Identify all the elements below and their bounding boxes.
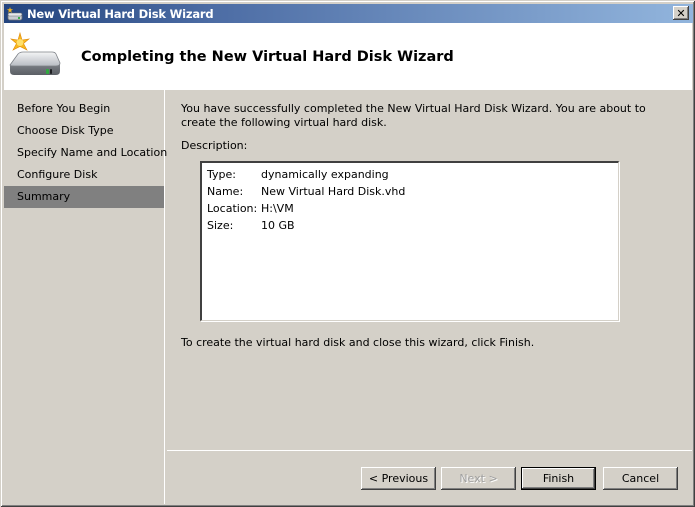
cancel-button[interactable]: Cancel <box>603 467 678 490</box>
description-value: H:\VM <box>261 202 294 215</box>
description-row-location: Location: H:\VM <box>207 200 613 217</box>
description-value: 10 GB <box>261 219 295 232</box>
previous-button[interactable]: < Previous <box>361 467 436 490</box>
intro-text: You have successfully completed the New … <box>181 102 646 129</box>
wizard-window: New Virtual Hard Disk Wizard ✕ Completin… <box>0 0 695 507</box>
sidebar-item-specify-name-and-location[interactable]: Specify Name and Location <box>4 142 167 164</box>
sidebar-item-configure-disk[interactable]: Configure Disk <box>4 164 164 186</box>
hard-disk-new-icon <box>4 27 64 87</box>
window-title: New Virtual Hard Disk Wizard <box>27 6 214 21</box>
description-row-name: Name: New Virtual Hard Disk.vhd <box>207 183 613 200</box>
description-key: Size: <box>207 219 234 232</box>
close-icon: ✕ <box>676 6 686 20</box>
sidebar-item-before-you-begin[interactable]: Before You Begin <box>4 98 164 120</box>
footer-divider <box>167 450 692 452</box>
description-value: dynamically expanding <box>261 168 389 181</box>
finish-hint-text: To create the virtual hard disk and clos… <box>181 336 535 349</box>
description-key: Name: <box>207 185 244 198</box>
next-button: Next > <box>441 467 516 490</box>
page-title: Completing the New Virtual Hard Disk Wiz… <box>81 48 454 65</box>
hard-disk-app-icon <box>7 6 23 21</box>
sidebar-item-choose-disk-type[interactable]: Choose Disk Type <box>4 120 164 142</box>
description-row-size: Size: 10 GB <box>207 217 613 234</box>
title-bar[interactable]: New Virtual Hard Disk Wizard ✕ <box>4 4 693 23</box>
description-key: Location: <box>207 202 258 215</box>
wizard-steps-sidebar: Before You Begin Choose Disk Type Specif… <box>4 90 167 504</box>
finish-button[interactable]: Finish <box>521 467 596 490</box>
wizard-header: Completing the New Virtual Hard Disk Wiz… <box>4 23 692 90</box>
sidebar-item-summary[interactable]: Summary <box>4 186 164 208</box>
description-box[interactable]: Type: dynamically expanding Name: New Vi… <box>200 161 619 321</box>
description-row-type: Type: dynamically expanding <box>207 166 613 183</box>
description-label: Description: <box>181 139 248 152</box>
summary-panel: You have successfully completed the New … <box>167 90 692 450</box>
close-button[interactable]: ✕ <box>673 6 689 20</box>
description-key: Type: <box>207 168 236 181</box>
description-value: New Virtual Hard Disk.vhd <box>261 185 406 198</box>
